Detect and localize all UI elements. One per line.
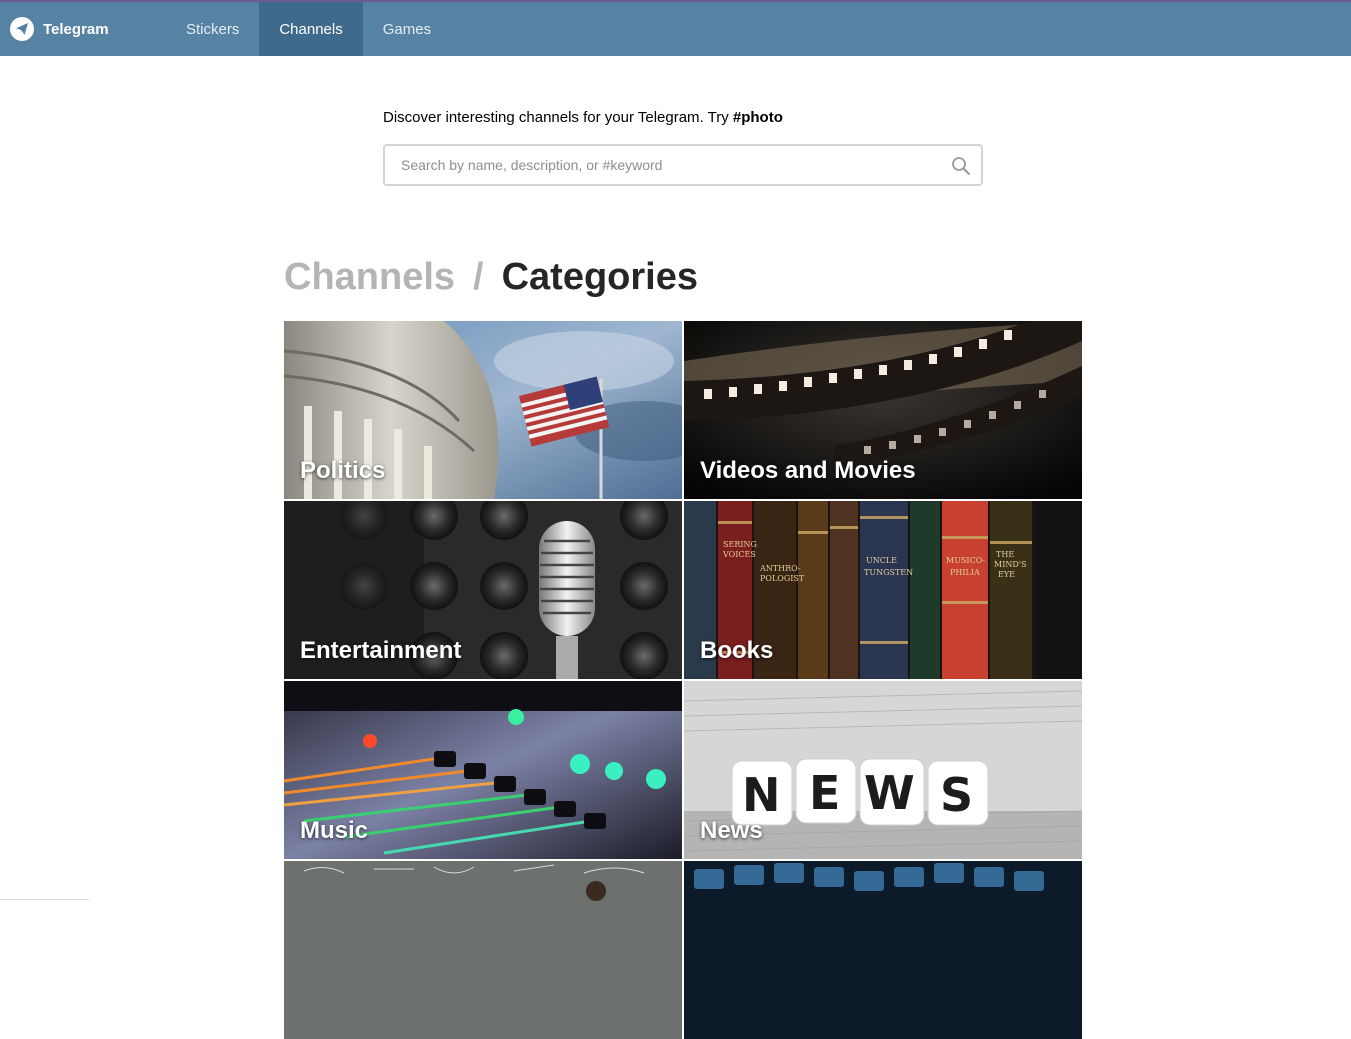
category-label: Politics <box>300 457 386 484</box>
page-title: Channels / Categories <box>284 256 698 299</box>
nav-games[interactable]: Games <box>363 2 451 56</box>
category-tile-books[interactable]: SERING VOICES ANTHRO- POLOGIST UNCLE TUNGST… <box>684 501 1082 679</box>
keyboard-image <box>684 861 1082 1039</box>
category-grid: Politics Videos and Movies Entertainment… <box>284 321 1082 1039</box>
category-label: News <box>700 817 763 844</box>
category-tile-politics[interactable]: Politics <box>284 321 682 499</box>
category-tile-music[interactable]: Music <box>284 681 682 859</box>
nav-channels[interactable]: Channels <box>259 2 363 56</box>
svg-text:MIND'S: MIND'S <box>994 560 1026 569</box>
category-tile-news[interactable]: NEWS News <box>684 681 1082 859</box>
category-label: Music <box>300 817 369 844</box>
main-content: Discover interesting channels for your T… <box>0 56 1351 1039</box>
search-icon[interactable] <box>951 156 971 176</box>
svg-text:TUNGSTEN: TUNGSTEN <box>864 568 913 577</box>
breadcrumb-current: Categories <box>501 256 699 298</box>
brand-name: Telegram <box>43 20 109 38</box>
brand[interactable]: Telegram <box>0 2 166 56</box>
svg-text:POLOGIST: POLOGIST <box>760 574 805 583</box>
svg-text:MUSICO-: MUSICO- <box>946 556 986 565</box>
category-tile-partial-chalkboard[interactable] <box>284 861 682 1039</box>
breadcrumb-channels-link[interactable]: Channels <box>284 256 455 298</box>
dice-letter: S <box>940 768 973 822</box>
bottom-left-divider <box>0 899 89 900</box>
telegram-logo-icon <box>10 17 34 41</box>
category-tile-videos-and-movies[interactable]: Videos and Movies <box>684 321 1082 499</box>
svg-text:THE: THE <box>996 550 1014 559</box>
dice-letter: W <box>864 766 915 820</box>
category-tile-partial-keyboard[interactable] <box>684 861 1082 1039</box>
nav-stickers[interactable]: Stickers <box>166 2 259 56</box>
svg-text:VOICES: VOICES <box>722 550 756 559</box>
category-label: Videos and Movies <box>700 457 916 484</box>
intro-text: Discover interesting channels for your T… <box>383 109 783 126</box>
category-label: Books <box>700 637 774 664</box>
breadcrumb-separator: / <box>473 256 484 298</box>
chalkboard-formulas-image <box>284 861 682 1039</box>
svg-text:SERING: SERING <box>723 540 757 549</box>
search-box <box>383 144 983 186</box>
category-tile-entertainment[interactable]: Entertainment <box>284 501 682 679</box>
svg-text:EYE: EYE <box>998 570 1015 579</box>
category-label: Entertainment <box>300 637 462 664</box>
top-navigation-bar: Telegram Stickers Channels Games <box>0 0 1351 56</box>
dice-letter: N <box>742 768 781 822</box>
svg-text:ANTHRO-: ANTHRO- <box>759 564 801 573</box>
intro-tag-link[interactable]: #photo <box>733 109 783 126</box>
svg-text:PHILIA: PHILIA <box>950 568 980 577</box>
svg-text:UNCLE: UNCLE <box>866 556 897 565</box>
dice-letter: E <box>809 766 840 820</box>
search-input[interactable] <box>385 146 981 184</box>
